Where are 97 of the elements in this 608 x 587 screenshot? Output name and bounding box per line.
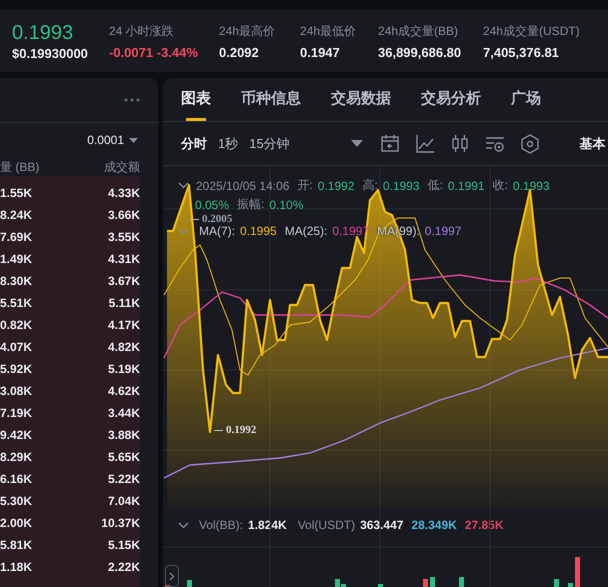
total-cell: 3.88K bbox=[108, 428, 140, 442]
stat-label: 24h成交量(BB) bbox=[378, 22, 460, 38]
stat-value: 36,899,686.80 bbox=[378, 44, 462, 60]
total-cell: 4.82K bbox=[108, 340, 140, 354]
amount-cell: 8.24K bbox=[0, 208, 32, 222]
total-cell: 5.15K bbox=[108, 538, 140, 552]
more-icon bbox=[124, 98, 140, 102]
chevron-right-icon bbox=[169, 572, 175, 580]
amount-cell: 0.82K bbox=[0, 318, 32, 332]
amount-cell: 5.30K bbox=[0, 494, 32, 508]
amount-cell: 9.42K bbox=[0, 428, 32, 442]
total-cell: 7.04K bbox=[108, 494, 140, 508]
tab[interactable]: 交易数据 bbox=[330, 78, 392, 121]
amount-cell: 7.69K bbox=[0, 230, 32, 244]
tab[interactable]: 交易分析 bbox=[420, 78, 482, 121]
amount-cell: 7.19K bbox=[0, 406, 32, 420]
price-marker: 0.1992 bbox=[226, 424, 256, 436]
total-cell: 5.11K bbox=[108, 296, 140, 310]
amount-cell: 4.07K bbox=[0, 340, 32, 354]
amount-cell: 5.51K bbox=[0, 296, 32, 310]
candlestick-icon[interactable] bbox=[450, 134, 470, 154]
indicator-label: MA(7): bbox=[199, 224, 235, 238]
stat-value: -0.0071 -3.44% bbox=[109, 44, 199, 60]
total-cell: 5.22K bbox=[108, 472, 140, 486]
total-cell: 2.22K bbox=[108, 560, 140, 574]
stat-label: 24 小时涨跌 bbox=[109, 22, 175, 38]
field-label: 高: bbox=[362, 177, 378, 194]
amount-cell: 6.16K bbox=[0, 472, 32, 486]
field-value: 0.1993 bbox=[512, 178, 550, 192]
amount-cell: 1.55K bbox=[0, 186, 32, 200]
calendar-icon[interactable] bbox=[380, 134, 400, 154]
chevron-down-icon bbox=[178, 182, 189, 189]
stat-value: 0.1947 bbox=[300, 44, 341, 60]
total-cell: 10.37K bbox=[101, 516, 140, 530]
indicator-value: 0.1995 bbox=[240, 224, 277, 238]
amount-cell: 5.92K bbox=[0, 362, 32, 376]
field-value: 0.1991 bbox=[448, 178, 485, 192]
indicator-label: MA(25): bbox=[284, 224, 328, 238]
total-cell: 3.66K bbox=[108, 208, 140, 222]
column-header: 量 (BB) bbox=[0, 159, 40, 175]
stat-value: 0.2092 bbox=[219, 44, 260, 60]
stat-label: 24h最低价 bbox=[300, 22, 358, 38]
field-value: 0.10% bbox=[269, 198, 304, 212]
field-value: 0.1993 bbox=[382, 178, 420, 192]
indicator-value: 27.85K bbox=[464, 518, 504, 532]
field-label: 振幅: bbox=[237, 196, 264, 213]
leader-line bbox=[190, 218, 199, 220]
indicator-value: 0.1997 bbox=[424, 224, 462, 238]
column-header: 成交额 bbox=[104, 159, 140, 175]
amount-cell: 3.08K bbox=[0, 384, 32, 398]
chevron-down-icon bbox=[178, 228, 189, 234]
interval-button[interactable]: 1秒 bbox=[218, 134, 238, 152]
total-cell: 3.44K bbox=[108, 406, 140, 420]
field-label: 开: bbox=[297, 177, 313, 194]
tick-size-dropdown[interactable]: 0.0001 bbox=[87, 133, 138, 147]
amount-cell: 5.81K bbox=[0, 538, 32, 552]
total-cell: 3.55K bbox=[108, 230, 140, 244]
total-cell: 3.67K bbox=[108, 274, 140, 288]
indicator-label: Vol(USDT) bbox=[298, 518, 356, 532]
interval-button[interactable]: 15分钟 bbox=[249, 134, 290, 152]
tab[interactable]: 图表 bbox=[180, 78, 212, 121]
indicator-value: 1.824K bbox=[248, 518, 287, 532]
total-cell: 4.33K bbox=[108, 186, 140, 200]
usd-price: $0.19930000 bbox=[12, 46, 89, 61]
tab[interactable]: 广场 bbox=[510, 78, 542, 121]
field-label: 低: bbox=[428, 177, 443, 194]
field-value: 0.1992 bbox=[318, 178, 354, 192]
hexagon-icon[interactable] bbox=[520, 134, 540, 154]
chevron-down-icon bbox=[178, 522, 189, 528]
interval-button[interactable]: 分时 bbox=[181, 134, 207, 152]
field-value: 0.05% bbox=[195, 198, 230, 212]
amount-cell: 8.29K bbox=[0, 450, 32, 464]
caret-icon bbox=[350, 140, 363, 147]
amount-cell: 1.49K bbox=[0, 252, 32, 266]
caret-icon bbox=[129, 138, 138, 142]
timestamp: 2025/10/05 14:06 bbox=[196, 178, 290, 192]
indicator-value: 363.447 bbox=[360, 518, 404, 532]
total-cell: 4.31K bbox=[108, 252, 140, 266]
total-cell: 4.62K bbox=[108, 384, 140, 398]
view-toggle[interactable]: 基本 bbox=[580, 134, 606, 152]
total-cell: 5.19K bbox=[108, 362, 140, 376]
stat-label: 24h成交量(USDT) bbox=[483, 22, 581, 38]
field-label: 收: bbox=[492, 177, 508, 194]
expand-button[interactable] bbox=[165, 565, 179, 587]
amount-cell: 2.00K bbox=[0, 516, 32, 530]
price-marker: 0.2005 bbox=[202, 213, 232, 225]
tab[interactable]: 币种信息 bbox=[240, 78, 302, 121]
amount-cell: 1.18K bbox=[0, 560, 32, 574]
last-price: 0.1993 bbox=[12, 21, 74, 45]
total-cell: 4.17K bbox=[108, 318, 140, 332]
indicator-label: Vol(BB): bbox=[199, 518, 244, 532]
total-cell: 5.65K bbox=[108, 450, 140, 464]
indicator-value: 28.349K bbox=[411, 518, 457, 532]
line-chart-icon[interactable] bbox=[414, 134, 435, 154]
stat-value: 7,405,376.81 bbox=[483, 44, 560, 60]
amount-cell: 8.30K bbox=[0, 274, 32, 288]
stat-label: 24h最高价 bbox=[219, 22, 276, 38]
